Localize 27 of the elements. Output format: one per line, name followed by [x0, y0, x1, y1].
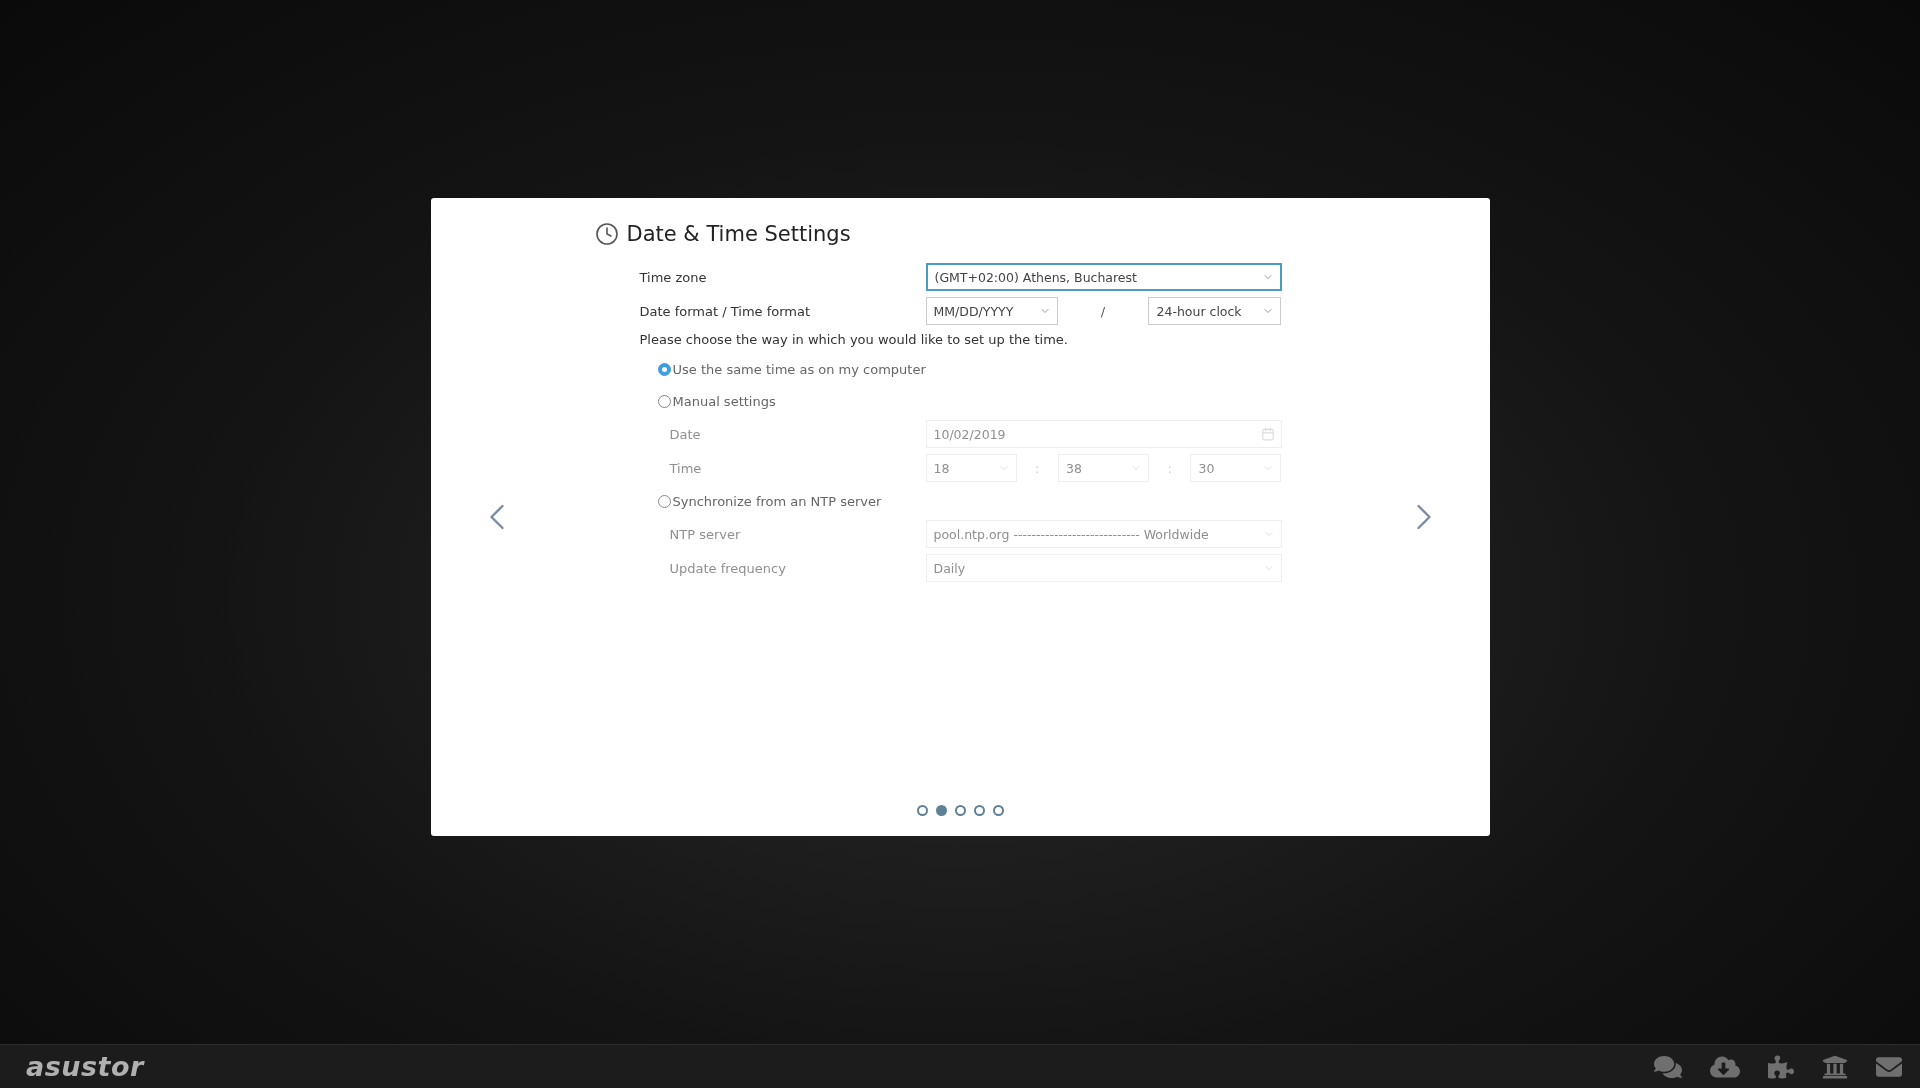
time-separator: : — [1035, 460, 1040, 476]
date-format-select[interactable]: MM/DD/YYYY — [925, 297, 1058, 325]
field-label: Date — [669, 426, 702, 442]
calendar-icon — [1260, 427, 1275, 441]
clock-icon — [594, 222, 619, 246]
format-separator: / — [1100, 303, 1106, 319]
field-label: Date format / Time format — [639, 303, 812, 319]
radio-option[interactable]: Synchronize from an NTP server — [639, 485, 1282, 517]
instruction-text: Please choose the way in which you would like to set up the time. — [639, 332, 1069, 347]
time-format-select[interactable]: 24-hour clock — [1148, 297, 1282, 325]
time-zone-select[interactable]: (GMT+02:00) Athens, Bucharest — [925, 263, 1282, 291]
page-dot[interactable] — [954, 805, 966, 816]
field-label: NTP server — [669, 526, 742, 542]
field-label: Time — [669, 460, 703, 476]
page-dot[interactable] — [992, 805, 1004, 816]
radio-option[interactable]: Use the same time as on my computer — [639, 353, 1282, 385]
field-label: Time zone — [639, 269, 708, 285]
page-dot[interactable] — [973, 805, 985, 816]
building-icon[interactable] — [1822, 1053, 1848, 1080]
field-label: Update frequency — [669, 560, 787, 576]
page-dot[interactable] — [916, 805, 928, 816]
logo-text: asustor — [26, 1051, 144, 1082]
puzzle-icon[interactable] — [1768, 1053, 1794, 1080]
radio-option[interactable]: Manual settings — [639, 385, 1282, 417]
page-dot[interactable] — [935, 805, 947, 816]
time-separator: : — [1167, 460, 1172, 476]
dialog-title: Date & Time Settings — [626, 222, 851, 246]
